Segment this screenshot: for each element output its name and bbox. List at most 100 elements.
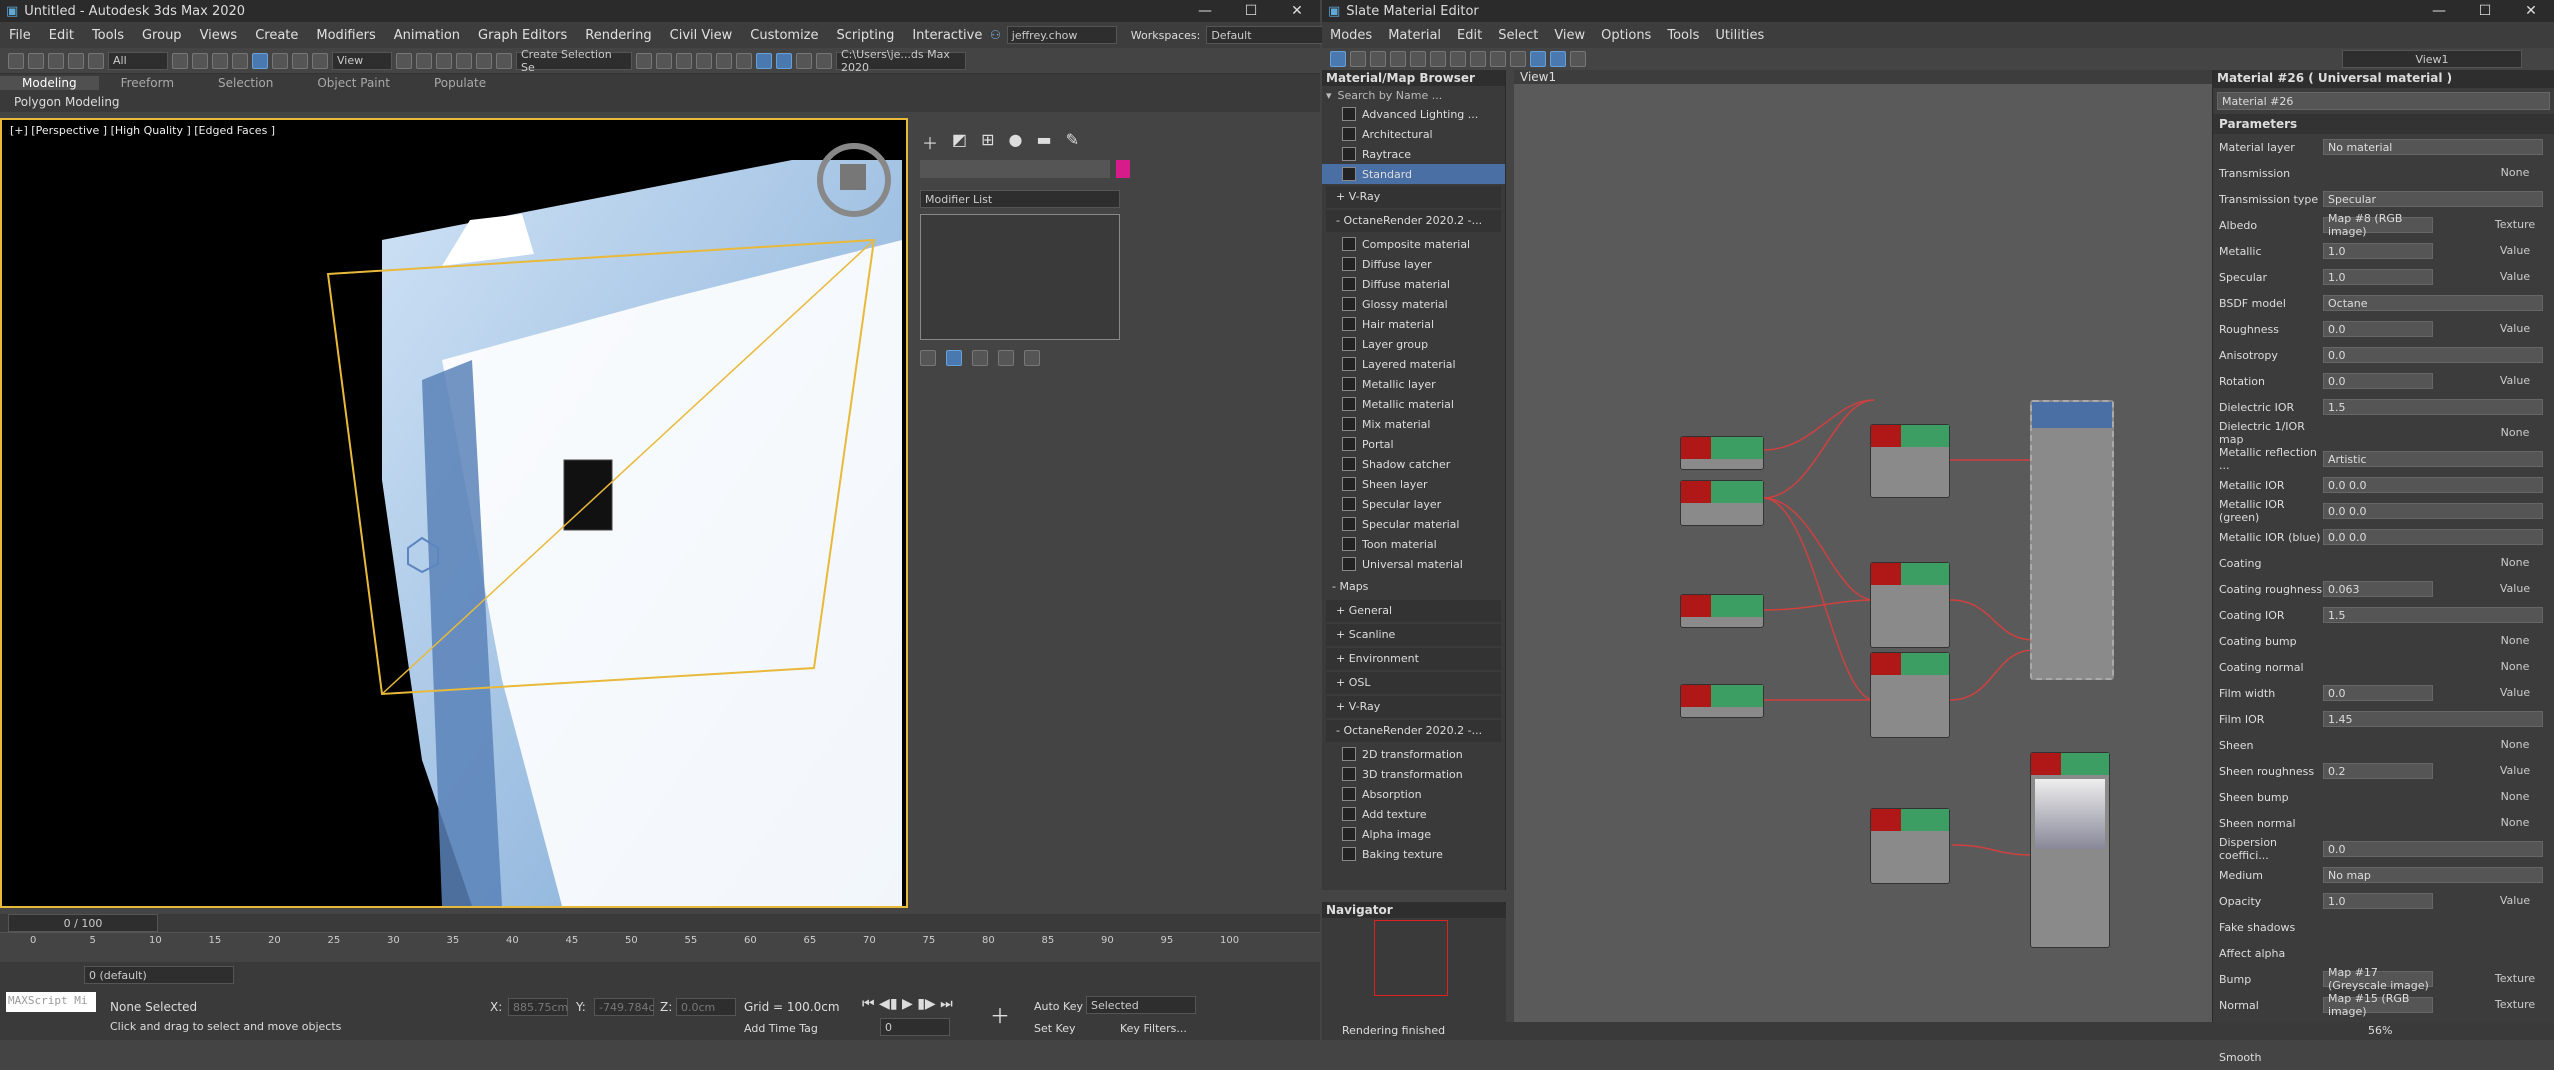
hierarchy-tab-icon[interactable]: ⊞ <box>981 130 994 154</box>
material-editor-icon[interactable] <box>756 52 772 69</box>
mirror-icon[interactable] <box>636 52 652 69</box>
window-crossing-icon[interactable] <box>232 52 248 69</box>
delete-selected-icon[interactable] <box>1410 51 1426 67</box>
project-path-combo[interactable]: C:\Users\je...ds Max 2020 <box>836 48 966 74</box>
utilities-tab-icon[interactable]: ✎ <box>1066 130 1079 154</box>
show-background-icon[interactable] <box>1490 51 1506 67</box>
param-value[interactable]: 0.0 <box>2323 347 2543 363</box>
param-value[interactable]: Map #8 (RGB image) <box>2323 212 2433 238</box>
list-item[interactable]: Hair material <box>1322 314 1505 334</box>
menu-item[interactable]: Customize <box>741 28 827 43</box>
list-item[interactable]: Toon material <box>1322 534 1505 554</box>
param-mode-button[interactable]: None <box>2486 815 2544 831</box>
percent-snap-icon[interactable] <box>456 52 472 69</box>
param-value[interactable]: Specular <box>2323 191 2543 207</box>
pick-material-icon[interactable] <box>1350 51 1366 67</box>
modify-tab-icon[interactable]: ◩ <box>952 130 967 154</box>
maximize-icon[interactable]: ☐ <box>1228 3 1274 19</box>
list-item[interactable]: Specular layer <box>1322 494 1505 514</box>
ribbon-toggle-icon[interactable] <box>696 52 712 69</box>
maps-group[interactable]: - Maps <box>1322 576 1501 598</box>
angle-snap-icon[interactable] <box>436 52 452 69</box>
material-map-browser-icon[interactable] <box>1530 51 1546 67</box>
display-tab-icon[interactable]: ▬ <box>1037 130 1052 154</box>
undo-icon[interactable] <box>8 52 24 69</box>
param-value[interactable]: 0.0 <box>2323 685 2433 701</box>
menu-item[interactable]: Views <box>191 28 247 43</box>
minimize-icon[interactable]: — <box>1182 3 1228 19</box>
add-time-tag[interactable]: Add Time Tag <box>744 1022 818 1035</box>
selection-set-combo[interactable]: Create Selection Se <box>516 48 632 74</box>
param-value[interactable]: 1.0 <box>2323 893 2433 909</box>
universal-material-node[interactable] <box>2030 400 2114 680</box>
param-value[interactable]: No map <box>2323 867 2543 883</box>
render-frame-icon[interactable] <box>796 52 812 69</box>
current-frame-field[interactable]: 0 <box>880 1018 950 1036</box>
param-mode-button[interactable]: Texture <box>2486 217 2544 233</box>
ribbon-tab[interactable]: Object Paint <box>295 76 412 90</box>
sme-menu-item[interactable]: Material <box>1380 28 1449 43</box>
list-item[interactable]: Metallic material <box>1322 394 1505 414</box>
scale-icon[interactable] <box>292 52 308 69</box>
link-icon[interactable] <box>48 52 64 69</box>
list-item[interactable]: Architectural <box>1322 124 1505 144</box>
pin-stack-icon[interactable] <box>920 350 936 366</box>
list-item[interactable]: Shadow catcher <box>1322 454 1505 474</box>
image-texture-node[interactable] <box>1870 424 1950 498</box>
menu-item[interactable]: Edit <box>40 28 83 43</box>
unlink-icon[interactable] <box>68 52 84 69</box>
param-value[interactable]: 0.063 <box>2323 581 2433 597</box>
list-item[interactable]: Mix material <box>1322 414 1505 434</box>
ribbon-tab[interactable]: Freeform <box>99 76 196 90</box>
list-item[interactable]: Specular material <box>1322 514 1505 534</box>
menu-item[interactable]: Tools <box>83 28 133 43</box>
parameters-rollout[interactable]: Parameters <box>2213 114 2554 134</box>
param-value[interactable]: 0.0 0.0 <box>2323 503 2543 519</box>
octane-materials-group[interactable]: - OctaneRender 2020.2 -... <box>1326 210 1501 232</box>
auto-key-button[interactable]: Auto Key <box>1034 1000 1083 1013</box>
sme-close-icon[interactable]: ✕ <box>2508 3 2554 19</box>
ref-coord-combo[interactable]: View <box>332 51 392 70</box>
param-value[interactable]: 1.45 <box>2323 711 2543 727</box>
schematic-icon[interactable] <box>736 52 752 69</box>
configure-sets-icon[interactable] <box>1024 350 1040 366</box>
param-value[interactable]: Artistic <box>2323 451 2543 467</box>
image-texture-node[interactable] <box>1870 652 1950 738</box>
sme-minimize-icon[interactable]: — <box>2416 3 2462 19</box>
list-item[interactable]: Diffuse layer <box>1322 254 1505 274</box>
placement-icon[interactable] <box>312 52 328 69</box>
show-end-result-icon[interactable] <box>946 350 962 366</box>
select-tool-icon[interactable] <box>1330 51 1346 67</box>
view-selector-combo[interactable]: View1 <box>2342 50 2522 68</box>
sme-menu-item[interactable]: Options <box>1593 28 1659 43</box>
select-object-icon[interactable] <box>172 52 188 69</box>
param-mode-button[interactable]: Value <box>2486 269 2544 285</box>
layout-all-icon[interactable] <box>1510 51 1526 67</box>
material-name-field[interactable]: Material #26 <box>2217 92 2550 110</box>
octane-maps-group[interactable]: - OctaneRender 2020.2 -... <box>1326 720 1501 742</box>
bind-space-warp-icon[interactable] <box>88 52 104 69</box>
map-group[interactable]: + OSL <box>1326 672 1501 694</box>
list-item[interactable]: Baking texture <box>1322 844 1505 864</box>
param-mode-button[interactable]: Value <box>2486 685 2544 701</box>
transform-node[interactable] <box>1680 436 1764 470</box>
list-item[interactable]: Sheen layer <box>1322 474 1505 494</box>
param-value[interactable]: 0.0 0.0 <box>2323 529 2543 545</box>
param-value[interactable]: 0.0 <box>2323 841 2543 857</box>
close-icon[interactable]: ✕ <box>1274 3 1320 19</box>
menu-item[interactable]: Create <box>246 28 307 43</box>
maxscript-listener[interactable]: MAXScript Mi <box>6 992 96 1012</box>
user-combo[interactable]: jeffrey.chow <box>1006 26 1117 44</box>
timeline-ruler[interactable]: 0 5 10 15 20 25 30 35 40 45 50 55 60 65 70 75 80 85 90 95 10… <box>0 932 1320 958</box>
param-value[interactable]: 0.0 <box>2323 321 2433 337</box>
list-item[interactable]: Advanced Lighting ... <box>1322 104 1505 124</box>
list-item[interactable]: Alpha image <box>1322 824 1505 844</box>
param-mode-button[interactable]: None <box>2486 633 2544 649</box>
show-map-icon[interactable] <box>1470 51 1486 67</box>
menu-item[interactable]: Animation <box>385 28 469 43</box>
material-preview-node[interactable] <box>2030 752 2110 948</box>
list-item[interactable]: Absorption <box>1322 784 1505 804</box>
time-slider-bar[interactable]: 0 / 100 <box>0 914 1320 932</box>
menu-item[interactable]: Rendering <box>576 28 660 43</box>
param-mode-button[interactable]: None <box>2486 165 2544 181</box>
